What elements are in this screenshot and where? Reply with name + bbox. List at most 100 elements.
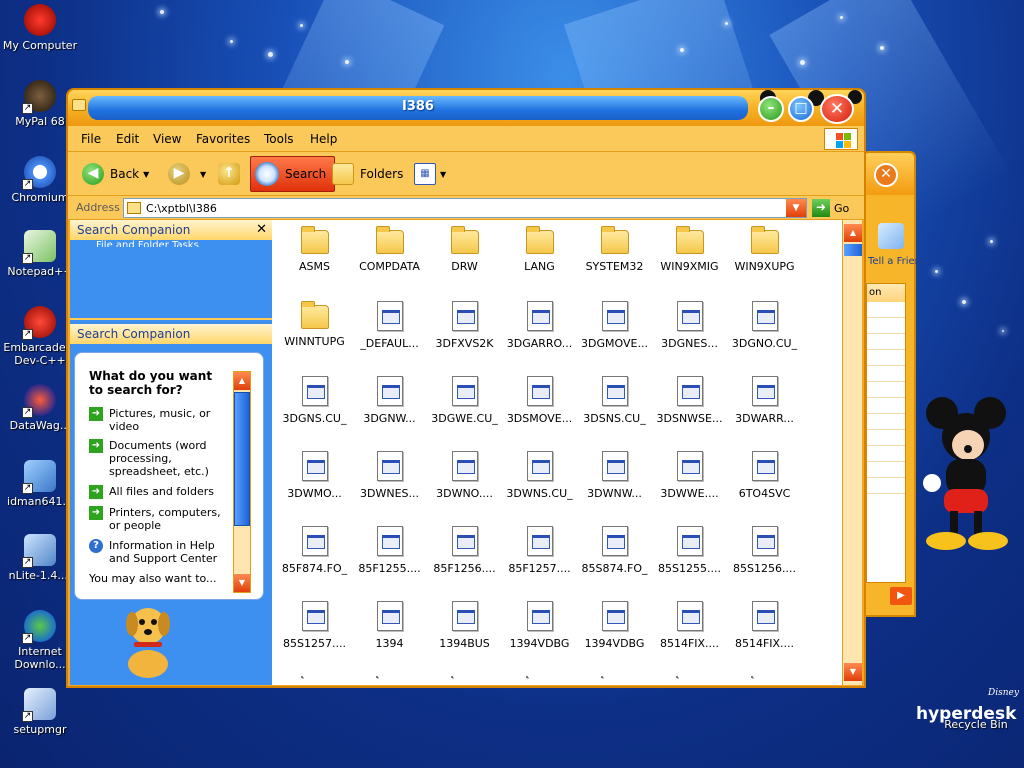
file-item[interactable]: 3DFXVS2K [427, 301, 502, 350]
go-button[interactable]: ➜ Go [812, 198, 849, 218]
search-options-scrollbar[interactable]: ▲ ▼ [233, 371, 251, 593]
scroll-up-icon[interactable]: ▲ [234, 372, 250, 390]
file-item[interactable]: 3DWNES... [352, 451, 427, 500]
menu-tools[interactable]: Tools [264, 132, 294, 146]
file-item[interactable]: 6TO4SVC [727, 451, 802, 500]
folder-item[interactable]: WINNTUPG [277, 301, 352, 348]
file-icon[interactable] [526, 676, 528, 678]
views-dropdown-icon[interactable]: ▼ [440, 170, 446, 179]
file-item[interactable]: 8514FIX.... [727, 601, 802, 650]
folder-item[interactable]: SYSTEM32 [577, 226, 652, 273]
file-item[interactable]: 3DSNWSE... [652, 376, 727, 425]
file-item[interactable]: 3DSMOVE... [502, 376, 577, 425]
forward-dropdown-icon[interactable]: ▼ [200, 170, 206, 179]
close-button[interactable]: ✕ [820, 94, 854, 124]
folder-item[interactable]: COMPDATA [352, 226, 427, 273]
back-dropdown-icon[interactable]: ▼ [143, 170, 149, 179]
folder-item[interactable]: LANG [502, 226, 577, 273]
file-item[interactable]: 85S1255.... [652, 526, 727, 575]
search-option-printers[interactable]: ➜ Printers, computers, or people [89, 506, 229, 532]
background-window-close-icon[interactable]: ✕ [874, 163, 898, 187]
minimize-button[interactable]: – [758, 96, 784, 122]
file-item[interactable]: 85S874.FO_ [577, 526, 652, 575]
back-label: Back [110, 167, 140, 181]
menu-view[interactable]: View [153, 132, 181, 146]
file-icon[interactable] [451, 676, 453, 678]
folders-button[interactable]: Folders [332, 156, 403, 192]
file-item[interactable]: 3DWARR... [727, 376, 802, 425]
file-list[interactable]: ASMS COMPDATA DRW LANG SYSTEM32 WIN9XMIG WIN9X… [272, 220, 842, 685]
scroll-thumb[interactable] [844, 244, 862, 256]
folder-item[interactable]: WIN9XUPG [727, 226, 802, 273]
maximize-button[interactable]: □ [788, 96, 814, 122]
file-icon[interactable] [376, 676, 378, 678]
file-item[interactable]: 3DWMO... [277, 451, 352, 500]
file-item[interactable]: 1394 [352, 601, 427, 650]
background-window-scroll-right[interactable]: ▶ [890, 587, 912, 605]
file-item[interactable]: 3DWNS.CU_ [502, 451, 577, 500]
file-name: 3DGMOVE... [581, 337, 648, 350]
file-item[interactable]: 8514FIX.... [652, 601, 727, 650]
address-input[interactable]: C:\xptbl\I386 ▼ [123, 198, 807, 218]
folder-item[interactable]: WIN9XMIG [652, 226, 727, 273]
views-button[interactable]: ▦ ▼ [414, 156, 446, 192]
file-item[interactable]: 1394VDBG [502, 601, 577, 650]
menu-favorites[interactable]: Favorites [196, 132, 250, 146]
file-item[interactable]: 3DWNW... [577, 451, 652, 500]
file-item[interactable]: 1394BUS [427, 601, 502, 650]
background-window[interactable]: ✕ Tell a Friend on ▶ [862, 151, 927, 617]
file-icon[interactable] [601, 676, 603, 678]
file-item[interactable]: 3DGNS.CU_ [277, 376, 352, 425]
desktop-icon-setupmgr[interactable]: ↗ setupmgr [2, 688, 78, 736]
file-item[interactable]: 3DGNES... [652, 301, 727, 350]
file-item[interactable]: 85F1256.... [427, 526, 502, 575]
search-option-documents[interactable]: ➜ Documents (word processing, spreadshee… [89, 439, 229, 478]
file-item[interactable]: 85F1255.... [352, 526, 427, 575]
address-dropdown-icon[interactable]: ▼ [786, 199, 806, 217]
menu-help[interactable]: Help [310, 132, 337, 146]
search-option-all-files[interactable]: ➜ All files and folders [89, 485, 229, 499]
file-item[interactable]: 3DWNO.... [427, 451, 502, 500]
tell-a-friend-link[interactable]: Tell a Friend [868, 256, 927, 267]
scroll-down-icon[interactable]: ▼ [234, 574, 250, 592]
file-item[interactable]: 3DSNS.CU_ [577, 376, 652, 425]
folder-icon [750, 226, 779, 254]
file-item[interactable]: _DEFAUL... [352, 301, 427, 350]
back-button[interactable]: ◀ Back ▼ [82, 156, 149, 192]
scroll-up-icon[interactable]: ▲ [844, 224, 862, 242]
file-list-scrollbar[interactable]: ▲ ▼ [842, 220, 862, 685]
file-item[interactable]: 3DGNO.CU_ [727, 301, 802, 350]
file-item[interactable]: 3DGARRO... [502, 301, 577, 350]
close-icon[interactable]: ✕ [256, 222, 267, 237]
desktop-icon-recycle-bin[interactable]: Recycle Bin [938, 702, 1014, 731]
menu-edit[interactable]: Edit [116, 132, 139, 146]
file-item[interactable]: 85S1257.... [277, 601, 352, 650]
explorer-window[interactable]: I386 – □ ✕ File Edit View Favorites Tool… [66, 88, 866, 688]
up-folder-button[interactable]: ↑ [218, 156, 246, 192]
search-option-help[interactable]: ? Information in Help and Support Center [89, 539, 229, 565]
file-item[interactable]: 3DWWE.... [652, 451, 727, 500]
folder-item[interactable]: DRW [427, 226, 502, 273]
file-icon[interactable] [301, 676, 303, 678]
file-item[interactable]: 3DGNW... [352, 376, 427, 425]
file-icon[interactable] [751, 676, 753, 678]
search-button[interactable]: Search [250, 156, 336, 192]
search-option-pictures[interactable]: ➜ Pictures, music, or video [89, 407, 229, 433]
file-item[interactable]: 85F1257.... [502, 526, 577, 575]
folder-icon [450, 226, 479, 254]
file-item[interactable]: 1394VDBG [577, 601, 652, 650]
file-item[interactable]: 3DGMOVE... [577, 301, 652, 350]
file-item[interactable]: 85F874.FO_ [277, 526, 352, 575]
scroll-thumb[interactable] [234, 392, 250, 526]
folder-item[interactable]: ASMS [277, 226, 352, 273]
forward-button[interactable]: ▶ ▼ [168, 156, 206, 192]
file-item[interactable]: 3DGWE.CU_ [427, 376, 502, 425]
scroll-down-icon[interactable]: ▼ [844, 663, 862, 681]
file-item[interactable]: 85S1256.... [727, 526, 802, 575]
arrow-right-icon: ➜ [89, 485, 103, 499]
menu-file[interactable]: File [81, 132, 101, 146]
file-icon[interactable] [676, 676, 678, 678]
desktop-icon-my-computer[interactable]: My Computer [2, 4, 78, 52]
file-icon [676, 451, 703, 481]
title-bar[interactable]: I386 – □ ✕ [68, 90, 864, 126]
